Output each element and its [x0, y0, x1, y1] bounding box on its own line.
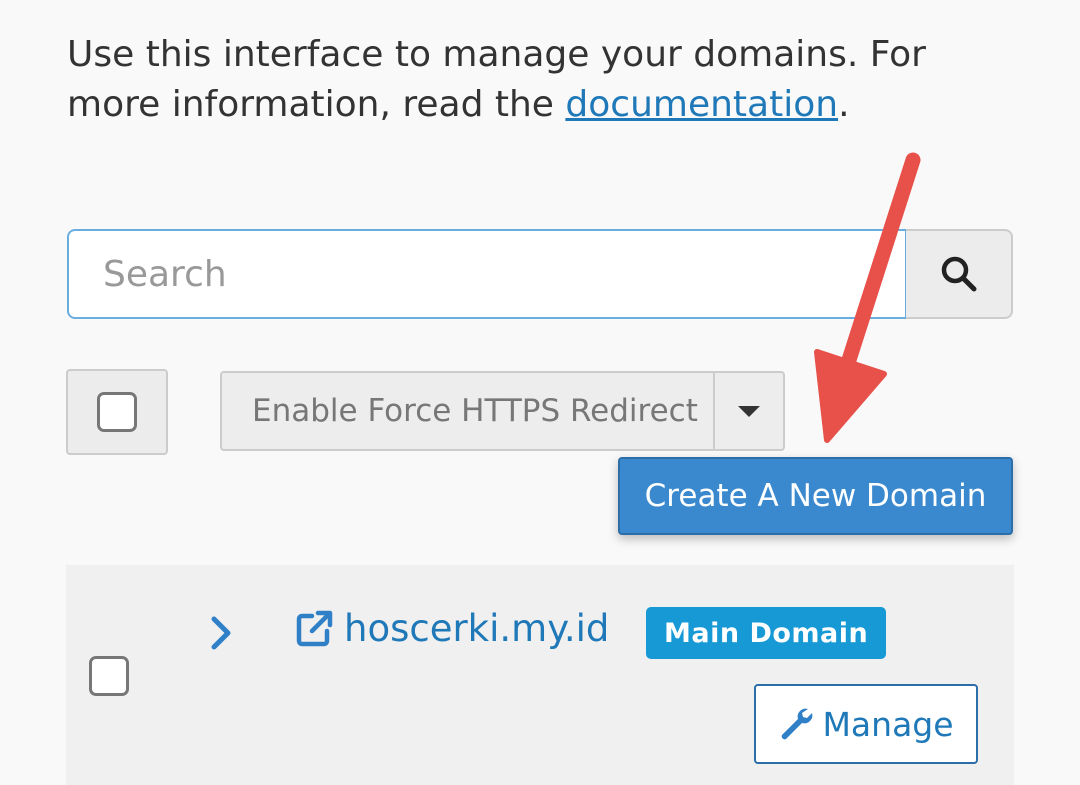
caret-down-icon: [738, 405, 760, 417]
external-link-icon: [296, 610, 333, 646]
search-button[interactable]: [906, 229, 1013, 319]
main-domain-badge: Main Domain: [646, 607, 887, 659]
search-input[interactable]: [67, 229, 907, 319]
domain-row-checkbox[interactable]: [89, 656, 129, 696]
select-all-checkbox-wrapper[interactable]: [66, 369, 168, 455]
domain-name: hoscerki.my.id: [344, 607, 610, 650]
chevron-right-icon[interactable]: [206, 613, 236, 653]
manage-label: Manage: [822, 704, 954, 744]
select-all-checkbox[interactable]: [97, 392, 137, 432]
intro-text-after: .: [838, 84, 850, 125]
search-icon: [941, 256, 976, 292]
bulk-action-label[interactable]: Enable Force HTTPS Redirect: [222, 373, 715, 449]
wrench-icon: [782, 708, 813, 740]
bulk-action-toggle[interactable]: [715, 373, 783, 449]
domains-page: Use this interface to manage your domain…: [0, 0, 1080, 785]
domain-row: hoscerki.my.id Main Domain Manage: [66, 565, 1014, 785]
domain-link[interactable]: hoscerki.my.id: [294, 607, 609, 650]
bulk-action-dropdown[interactable]: Enable Force HTTPS Redirect: [220, 371, 785, 451]
manage-button[interactable]: Manage: [754, 684, 978, 764]
create-new-domain-button[interactable]: Create A New Domain: [618, 457, 1013, 535]
intro-text: Use this interface to manage your domain…: [67, 30, 1027, 130]
documentation-link[interactable]: documentation: [565, 84, 838, 125]
